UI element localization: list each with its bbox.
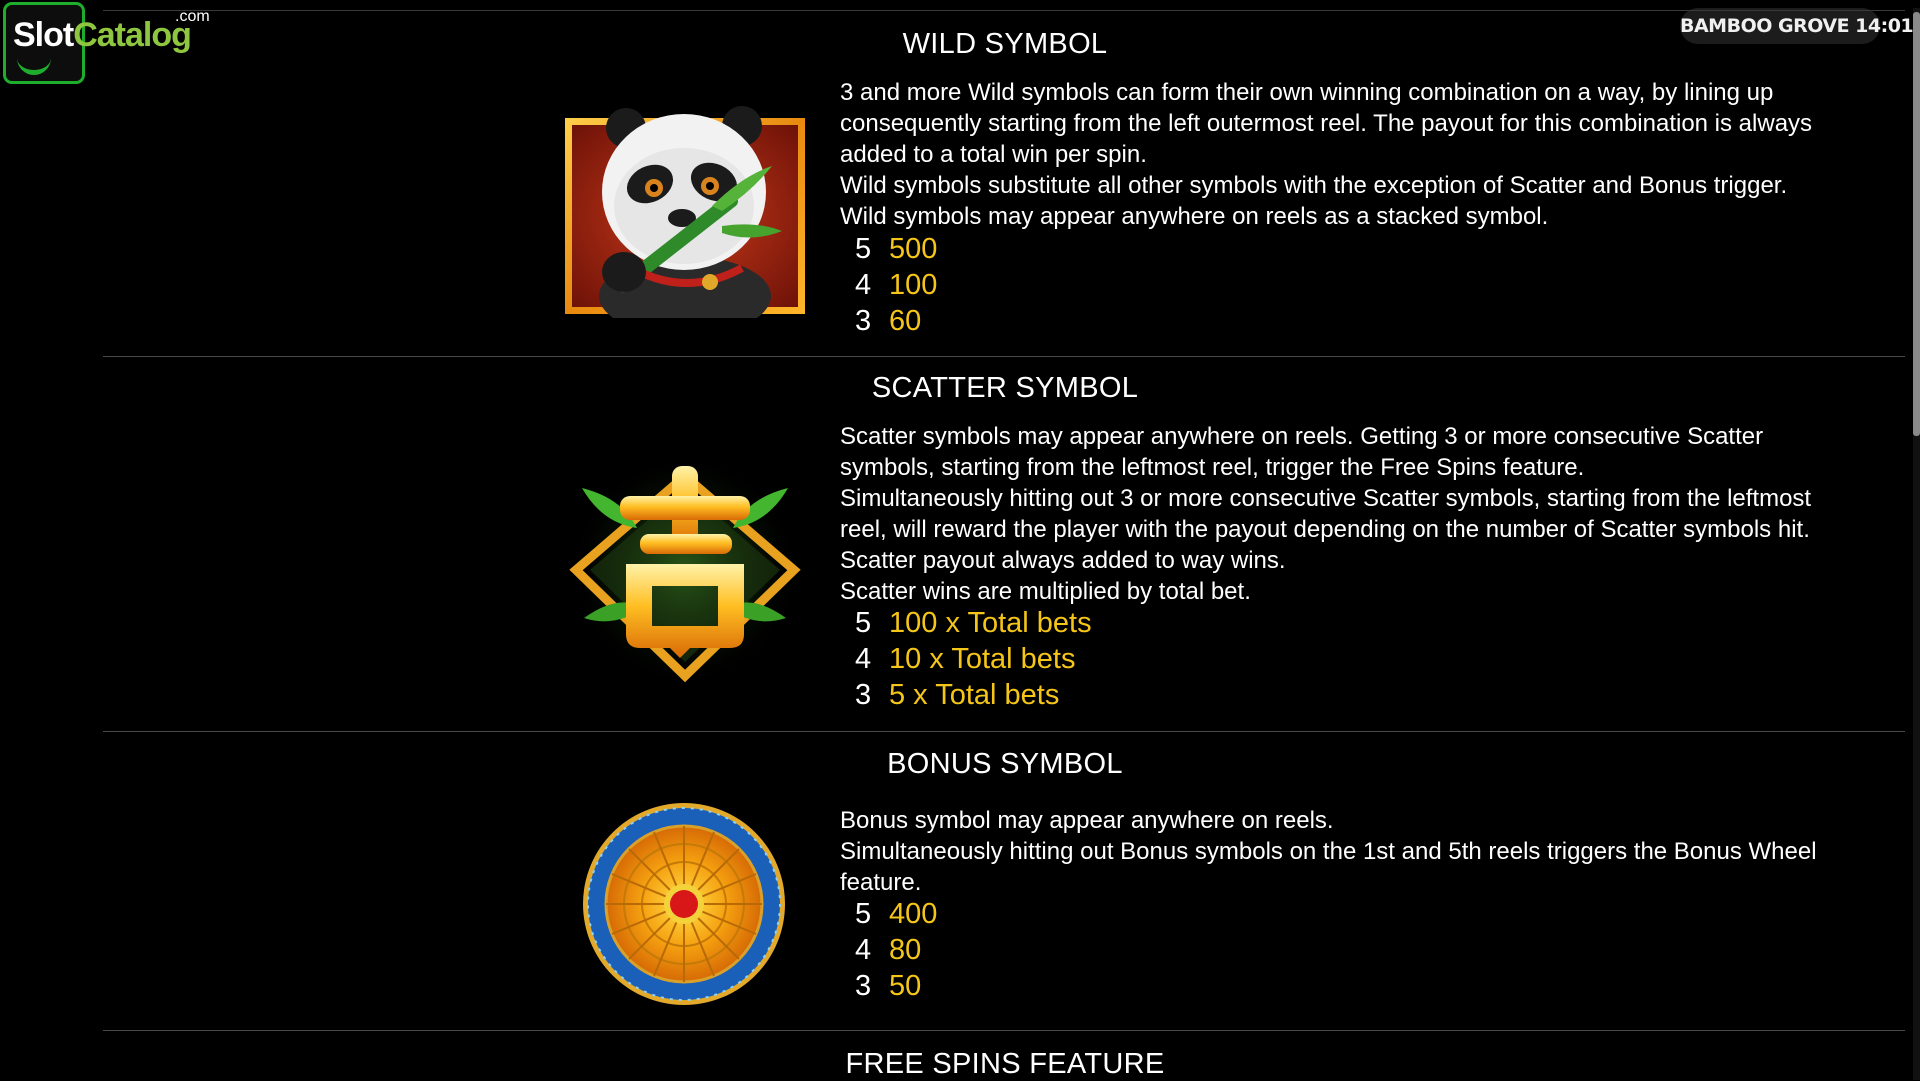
pay-row: 4 100 bbox=[855, 267, 937, 303]
pay-value: 100 bbox=[889, 269, 938, 301]
pay-value: 80 bbox=[889, 934, 922, 966]
free-spins-section-title: FREE SPINS FEATURE bbox=[845, 1048, 1165, 1080]
desc-line: Wild symbols may appear anywhere on reel… bbox=[840, 203, 1549, 230]
desc-line: consequently starting from the left oute… bbox=[840, 110, 1813, 137]
desc-line: Scatter symbols may appear anywhere on r… bbox=[840, 423, 1764, 450]
pay-value: 5 x Total bets bbox=[889, 679, 1060, 711]
pay-count: 4 bbox=[855, 269, 872, 301]
section-divider bbox=[103, 731, 1905, 732]
desc-line: feature. bbox=[840, 869, 922, 896]
pay-count: 3 bbox=[855, 970, 872, 1002]
scrollbar-thumb[interactable] bbox=[1913, 12, 1920, 436]
pay-value: 60 bbox=[889, 305, 922, 337]
pay-row: 3 5 x Total bets bbox=[855, 677, 1092, 713]
pay-value: 10 x Total bets bbox=[889, 643, 1076, 675]
bonus-description: Bonus symbol may appear anywhere on reel… bbox=[840, 805, 1900, 898]
desc-line: Bonus symbol may appear anywhere on reel… bbox=[840, 807, 1334, 834]
gold-glyph-scatter-icon bbox=[569, 455, 801, 685]
game-title-clock: BAMBOO GROVE 14:01:24 bbox=[1680, 8, 1920, 44]
pay-value: 50 bbox=[889, 970, 922, 1002]
desc-line: Simultaneously hitting out 3 or more con… bbox=[840, 485, 1812, 512]
desc-line: Scatter wins are multiplied by total bet… bbox=[840, 578, 1251, 605]
scatter-section-title: SCATTER SYMBOL bbox=[871, 372, 1139, 404]
pay-count: 4 bbox=[855, 934, 872, 966]
pay-count: 5 bbox=[855, 898, 872, 930]
pay-row: 4 10 x Total bets bbox=[855, 641, 1092, 677]
bonus-paytable: 5 400 4 80 3 50 bbox=[855, 896, 937, 1004]
desc-line: Wild symbols substitute all other symbol… bbox=[840, 172, 1788, 199]
scatter-paytable: 5 100 x Total bets 4 10 x Total bets 3 5 x … bbox=[855, 605, 1092, 713]
pay-row: 5 400 bbox=[855, 896, 937, 932]
bonus-section-title: BONUS SYMBOL bbox=[887, 748, 1123, 780]
pay-count: 3 bbox=[855, 679, 872, 711]
wild-section-title: WILD SYMBOL bbox=[902, 28, 1108, 60]
logo-catalog: Catalog bbox=[73, 16, 192, 54]
desc-line: reel, will reward the player with the pa… bbox=[840, 516, 1810, 543]
pay-count: 5 bbox=[855, 607, 872, 639]
top-divider bbox=[103, 10, 1905, 11]
slotcatalog-logo: SlotCatalog .com bbox=[3, 2, 210, 84]
wild-description: 3 and more Wild symbols can form their o… bbox=[840, 77, 1900, 232]
desc-line: Scatter payout always added to way wins. bbox=[840, 547, 1286, 574]
pay-value: 100 x Total bets bbox=[889, 607, 1092, 639]
pay-row: 3 60 bbox=[855, 303, 937, 339]
logo-slot: Slot bbox=[13, 16, 74, 54]
logo-text: SlotCatalog bbox=[13, 16, 192, 55]
pay-row: 5 500 bbox=[855, 231, 937, 267]
pay-row: 5 100 x Total bets bbox=[855, 605, 1092, 641]
desc-line: added to a total win per spin. bbox=[840, 141, 1147, 168]
wild-paytable: 5 500 4 100 3 60 bbox=[855, 231, 937, 339]
pay-value: 400 bbox=[889, 898, 938, 930]
pay-row: 3 50 bbox=[855, 968, 937, 1004]
desc-line: Simultaneously hitting out Bonus symbols… bbox=[840, 838, 1817, 865]
desc-line: 3 and more Wild symbols can form their o… bbox=[840, 79, 1774, 106]
pay-count: 4 bbox=[855, 643, 872, 675]
section-divider bbox=[103, 356, 1905, 357]
pay-row: 4 80 bbox=[855, 932, 937, 968]
pay-value: 500 bbox=[889, 233, 938, 265]
bonus-wheel-icon bbox=[583, 803, 785, 1005]
section-divider bbox=[103, 1030, 1905, 1031]
panda-wild-icon bbox=[565, 106, 805, 318]
scatter-description: Scatter symbols may appear anywhere on r… bbox=[840, 421, 1900, 607]
desc-line: symbols, starting from the leftmost reel… bbox=[840, 454, 1585, 481]
pay-count: 3 bbox=[855, 305, 872, 337]
pay-count: 5 bbox=[855, 233, 872, 265]
